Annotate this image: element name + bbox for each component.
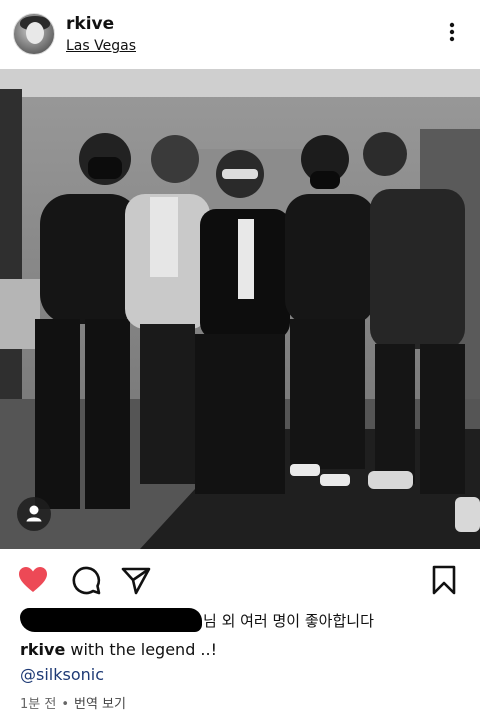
action-bar — [0, 560, 480, 600]
post-location[interactable]: Las Vegas — [66, 38, 136, 54]
caption: rkive with the legend ..! — [20, 640, 217, 659]
caption-username[interactable]: rkive — [20, 640, 65, 659]
meta-separator: • — [61, 697, 69, 712]
more-vertical-icon[interactable] — [440, 20, 464, 44]
timestamp: 1분 전 — [20, 697, 57, 712]
likes-line[interactable]: 님 외 여러 명이 좋아합니다 — [20, 606, 460, 634]
post-username[interactable]: rkive — [66, 14, 114, 34]
redacted-liker-name — [20, 608, 202, 632]
likes-text: 님 외 여러 명이 좋아합니다 — [203, 612, 374, 630]
post-photo[interactable] — [0, 69, 480, 549]
send-icon[interactable] — [120, 564, 152, 596]
group-photo-image — [0, 69, 480, 549]
post-meta: 1분 전 • 번역 보기 — [20, 693, 126, 712]
user-tag-icon — [26, 505, 42, 522]
mention-link[interactable]: @silksonic — [20, 665, 104, 684]
avatar[interactable] — [13, 13, 55, 55]
post-header: rkive Las Vegas — [0, 0, 480, 68]
avatar-face — [26, 22, 44, 44]
caption-text: with the legend ..! — [65, 640, 218, 659]
translate-link[interactable]: 번역 보기 — [74, 693, 126, 712]
comment-icon[interactable] — [70, 564, 102, 596]
heart-filled-icon[interactable] — [17, 564, 49, 596]
bookmark-icon[interactable] — [428, 564, 460, 596]
user-tag-button[interactable] — [17, 497, 51, 531]
